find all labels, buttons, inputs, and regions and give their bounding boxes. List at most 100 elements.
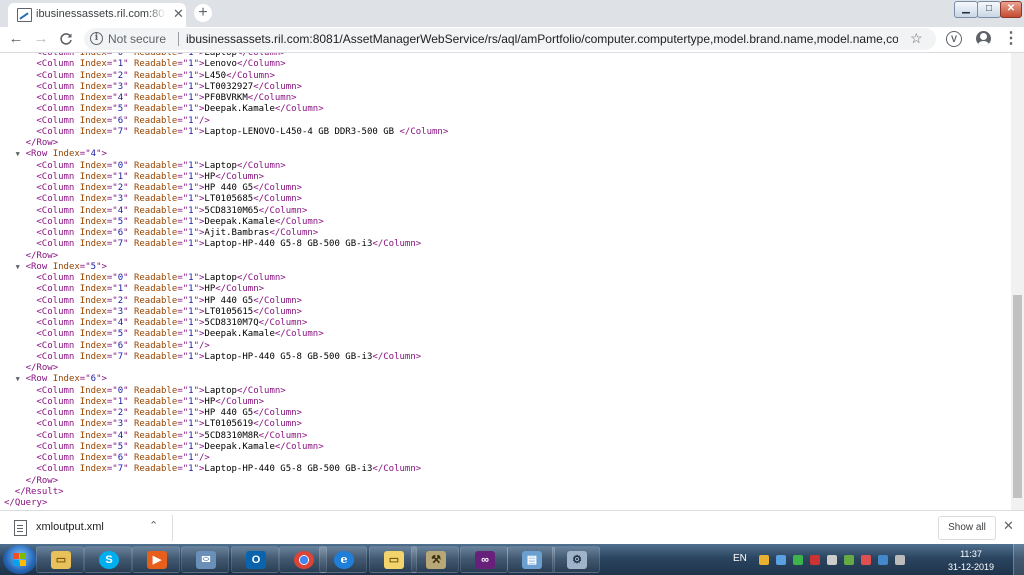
xml-punct: ="	[177, 340, 189, 351]
profile-avatar-icon[interactable]	[976, 31, 991, 46]
taskbar-utility-button[interactable]: ⚙	[552, 546, 600, 573]
tab-close-icon[interactable]: ✕	[173, 7, 184, 21]
tray-status-icon[interactable]	[861, 555, 871, 565]
xml-punct: ="	[177, 441, 189, 452]
chevron-up-icon[interactable]: ⌃	[149, 519, 158, 532]
xml-punct: ="	[177, 318, 189, 328]
scrollbar-thumb[interactable]	[1013, 295, 1022, 498]
xml-attr-name: Readable	[133, 126, 178, 137]
xml-punct: ="	[106, 340, 118, 351]
xml-punct: ="	[177, 239, 189, 250]
xml-text-value: Laptop-LENOVO-L450-4 GB DDR3-500 GB	[204, 126, 400, 137]
utility-icon: ⚙	[567, 551, 587, 569]
taskbar-media-player-button[interactable]: ▶	[132, 546, 180, 573]
reload-button[interactable]	[56, 29, 76, 49]
start-button[interactable]	[3, 545, 37, 574]
language-indicator[interactable]: EN	[733, 553, 747, 564]
forward-button[interactable]: →	[31, 29, 51, 49]
security-status[interactable]: Not secure	[108, 32, 166, 46]
xml-punct: ="	[177, 93, 189, 103]
show-desktop-button[interactable]	[1013, 544, 1024, 575]
xml-tag: </Column>	[253, 183, 302, 193]
window-maximize-button[interactable]: □	[977, 1, 1001, 18]
taskbar-file-manager-button[interactable]: ▤	[507, 546, 555, 573]
tray-status-icon[interactable]	[878, 555, 888, 565]
xml-text-value: Laptop-HP-440 G5-8 GB-500 GB-i3	[204, 464, 373, 475]
xml-punct: ">	[193, 126, 205, 137]
tray-status-icon[interactable]	[810, 555, 820, 565]
xml-tag: <Column	[36, 70, 75, 81]
xml-tag-name: Row	[36, 475, 53, 486]
xml-tag: <Column	[36, 205, 75, 216]
window-close-button[interactable]: ✕	[1000, 1, 1022, 18]
xml-attr-name: Index	[79, 453, 107, 463]
xml-text-value: LT0105615	[204, 306, 254, 317]
taskbar-outlook-button[interactable]: O	[231, 546, 279, 573]
tray-status-icon[interactable]	[844, 555, 854, 565]
xml-punct: ="	[177, 205, 189, 216]
xml-column-line: <Column Index="0" Readable="1">Laptop</C…	[0, 386, 448, 397]
xml-close-tag: </Row>	[0, 251, 448, 262]
taskbar-windows-explorer-button[interactable]: ▭	[36, 546, 84, 573]
address-bar[interactable]: i Not secure ibusinessassets.ril.com:808…	[84, 28, 936, 50]
tray-status-icon[interactable]	[793, 555, 803, 565]
xml-tag: </Column>	[247, 93, 297, 103]
xml-tag: </Column>	[399, 126, 449, 137]
bookmark-star-icon[interactable]: ☆	[910, 30, 923, 47]
tray-status-icon[interactable]	[827, 555, 837, 565]
xml-attr-name: Index	[79, 385, 107, 396]
window-minimize-button[interactable]: ▁	[954, 1, 978, 18]
clock-date[interactable]: 31-12-2019	[940, 562, 1002, 572]
taskbar-folder-button[interactable]: ▭	[369, 546, 417, 573]
windows-explorer-icon: ▭	[51, 551, 71, 569]
xml-tag: </Column>	[236, 385, 286, 396]
file-icon	[14, 520, 27, 536]
xml-punct: ="	[177, 194, 189, 205]
folder-icon: ▭	[384, 551, 404, 569]
tray-status-icon[interactable]	[759, 555, 769, 565]
taskbar-tools-button[interactable]: ⚒	[411, 546, 459, 573]
chat-app-icon: ✉	[196, 551, 216, 569]
show-all-button[interactable]: Show all	[938, 516, 996, 540]
collapse-toggle-icon[interactable]: ▼	[16, 374, 24, 385]
vertical-scrollbar[interactable]	[1011, 53, 1024, 510]
xml-text-value: Deepak.Kamale	[204, 216, 275, 227]
xml-punct: ="	[106, 81, 118, 92]
download-bar: xmloutput.xml ⌃ Show all ✕	[0, 510, 1024, 545]
collapse-toggle-icon[interactable]: ▼	[16, 149, 24, 160]
outlook-icon: O	[246, 551, 266, 569]
xml-tag: </Column>	[253, 306, 302, 317]
xml-column-line: <Column Index="5" Readable="1">Deepak.Ka…	[0, 442, 448, 453]
download-bar-close-icon[interactable]: ✕	[1003, 518, 1014, 534]
xml-column-line: <Column Index="6" Readable="1">Ajit.Bamb…	[0, 228, 448, 239]
taskbar-skype-button[interactable]: S	[84, 546, 132, 573]
back-button[interactable]: ←	[6, 29, 26, 49]
clock-time[interactable]: 11:37	[940, 549, 1002, 559]
tray-status-icon[interactable]	[776, 555, 786, 565]
xml-column-line: <Column Index="3" Readable="1">LT0105685…	[0, 194, 448, 205]
info-icon[interactable]: i	[90, 32, 103, 45]
download-filename[interactable]: xmloutput.xml	[36, 521, 104, 533]
xml-attr-name: Readable	[133, 464, 178, 475]
taskbar-internet-explorer-button[interactable]: e	[319, 546, 367, 573]
extension-icon[interactable]: V	[946, 31, 962, 47]
collapse-toggle-icon[interactable]: ▼	[16, 262, 24, 273]
browser-menu-icon[interactable]: ⋮	[1003, 30, 1019, 48]
xml-tag: <Column	[36, 318, 75, 328]
new-tab-button[interactable]: +	[194, 4, 212, 22]
xml-punct: ="	[106, 53, 118, 58]
download-item[interactable]: xmloutput.xml ⌃	[6, 517, 172, 539]
xml-punct: "	[123, 115, 129, 126]
xml-tag: </Column>	[258, 430, 308, 441]
url-text[interactable]: ibusinessassets.ril.com:8081/AssetManage…	[186, 32, 898, 46]
download-divider	[172, 515, 173, 541]
xml-punct: ="	[106, 93, 118, 103]
xml-tag: </Column>	[269, 228, 319, 238]
xml-attr-name: Index	[79, 183, 107, 193]
taskbar-chat-app-button[interactable]: ✉	[181, 546, 229, 573]
browser-tab[interactable]: ibusinessassets.ril.com:8081/AssetManage…	[8, 3, 186, 27]
xml-attr-name: Readable	[133, 340, 178, 351]
tray-status-icon[interactable]	[895, 555, 905, 565]
xml-text-value: Laptop	[204, 160, 237, 171]
taskbar-visual-studio-button[interactable]: ∞	[460, 546, 508, 573]
